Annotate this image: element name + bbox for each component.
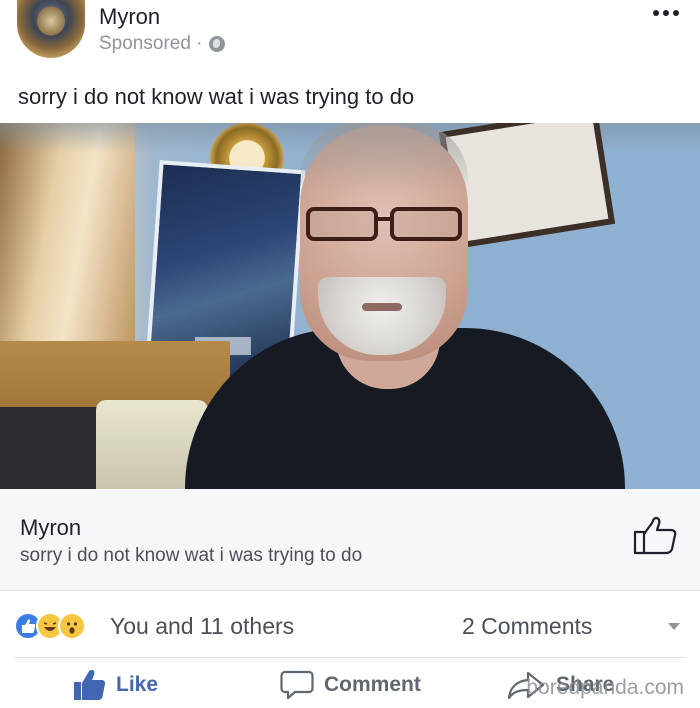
comment-button[interactable]: Comment [280, 666, 421, 704]
post-photo[interactable] [0, 123, 700, 489]
reactions-bar: You and 11 others 2 Comments [0, 592, 700, 658]
comments-count[interactable]: 2 Comments [462, 613, 592, 640]
reaction-icons[interactable] [14, 612, 104, 642]
more-options-icon[interactable] [653, 10, 679, 16]
glasses-left-lens [306, 207, 378, 241]
reactions-summary[interactable]: You and 11 others [110, 613, 294, 640]
wow-reaction-icon [58, 612, 86, 640]
post-text: sorry i do not know wat i was trying to … [18, 84, 415, 109]
chevron-down-icon[interactable] [668, 623, 680, 630]
post-author-name[interactable]: Myron [99, 4, 160, 30]
post-header: Myron Sponsored · [0, 0, 700, 70]
photo-person-mouth [362, 303, 402, 311]
like-button[interactable]: Like [72, 666, 158, 704]
avatar-photo [37, 6, 65, 36]
card-title: Myron [20, 515, 82, 540]
watermark: boredpanda.com [526, 676, 684, 699]
photo-cushion [0, 407, 100, 489]
globe-icon [208, 36, 225, 52]
link-preview-card[interactable]: Myron sorry i do not know wat i was tryi… [0, 489, 700, 591]
sponsored-label: Sponsored · [99, 33, 225, 55]
photo-person-glasses [306, 207, 466, 243]
comment-label: Comment [324, 673, 421, 696]
speech-bubble-icon [280, 670, 314, 700]
thumbs-up-outline-icon[interactable] [632, 515, 678, 555]
photo-person-hair [300, 123, 468, 193]
card-description: sorry i do not know wat i was trying to … [20, 545, 363, 566]
like-label: Like [116, 673, 159, 696]
post-action-bar: Like Comment Share boredpanda.com [0, 658, 700, 708]
sponsored-text: Sponsored · [99, 33, 203, 54]
thumbs-up-filled-icon [74, 670, 106, 700]
glasses-right-lens [390, 207, 462, 241]
avatar[interactable] [17, 0, 85, 58]
